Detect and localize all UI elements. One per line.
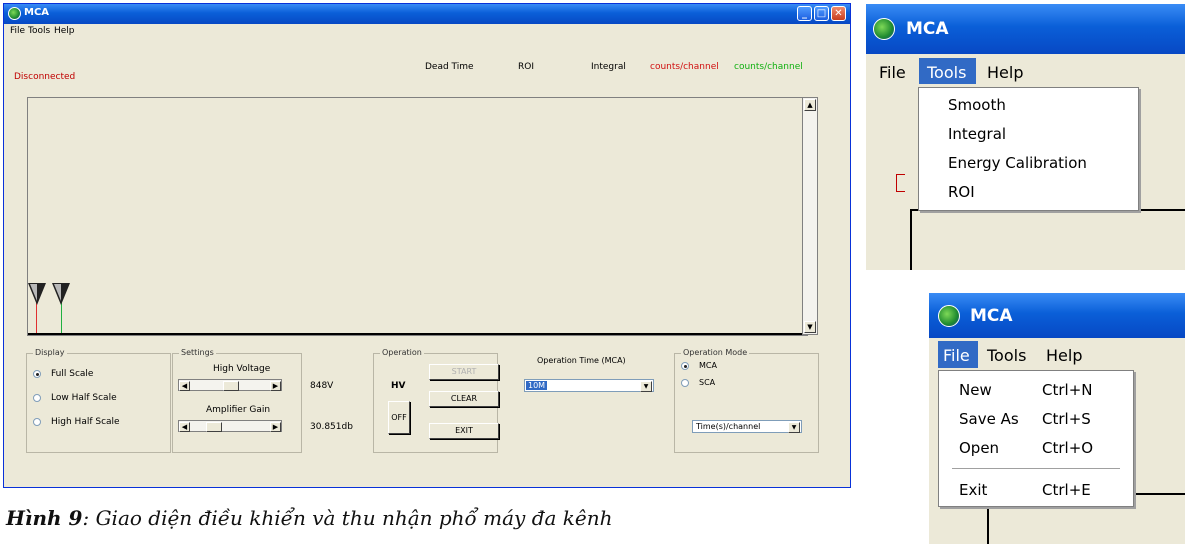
scroll-down-button[interactable]: ▼ (804, 321, 816, 333)
radio-low-half-scale[interactable] (33, 394, 41, 402)
tools-dropdown-menu: Smooth Integral Energy Calibration ROI (918, 87, 1139, 211)
hv-value: 848V (310, 381, 334, 391)
amplifier-gain-slider[interactable]: ◀ ▶ (178, 420, 282, 432)
operation-group: Operation HV OFF START CLEAR EXIT (373, 348, 499, 453)
connection-status: Disconnected (14, 72, 76, 82)
menu-item-smooth[interactable]: Smooth (948, 96, 1006, 114)
menu-file[interactable]: File (10, 26, 25, 36)
high-voltage-slider[interactable]: ◀ ▶ (178, 379, 282, 391)
title-bar[interactable]: MCA _ □ ✕ (4, 4, 850, 24)
operation-time-value: 10M (526, 381, 548, 390)
maximize-button[interactable]: □ (814, 6, 829, 21)
start-button[interactable]: START (429, 364, 499, 380)
gain-value: 30.851db (310, 422, 353, 432)
menu-tools[interactable]: Tools (28, 26, 50, 36)
menu-help[interactable]: Help (54, 26, 75, 36)
operation-mode-group-label: Operation Mode (681, 348, 750, 357)
full-scale-label: Full Scale (51, 369, 94, 379)
amplifier-gain-label: Amplifier Gain (206, 405, 271, 415)
menu-item-energy-calibration[interactable]: Energy Calibration (948, 154, 1087, 172)
menu-item-open[interactable]: Open (959, 439, 999, 457)
sca-mode-label: SCA (699, 378, 716, 387)
zoom-file-title: MCA (970, 306, 1013, 326)
roi-label: ROI (518, 62, 534, 72)
globe-icon (873, 18, 895, 40)
mca-mode-label: MCA (699, 361, 717, 370)
settings-group: Settings High Voltage ◀ ▶ Amplifier Gain… (172, 348, 302, 453)
globe-icon (8, 7, 21, 20)
hv-left-arrow[interactable]: ◀ (179, 381, 190, 391)
figure-caption-label: Hình 9 (6, 506, 83, 530)
spectrum-baseline (28, 333, 808, 335)
menu-shortcut-open: Ctrl+O (1042, 439, 1094, 457)
time-unit-value: Time(s)/channel (696, 422, 761, 431)
hv-slider-thumb[interactable] (223, 381, 239, 391)
time-unit-select[interactable]: Time(s)/channel ▼ (692, 420, 802, 433)
high-half-scale-label: High Half Scale (51, 417, 120, 427)
integral-label: Integral (591, 62, 626, 72)
menu-item-save-as[interactable]: Save As (959, 410, 1019, 428)
zoom-tools-window: MCA File Tools Help Smooth Integral Ener… (866, 4, 1185, 270)
clear-button[interactable]: CLEAR (429, 391, 499, 407)
counts-green-label: counts/channel (734, 62, 803, 72)
menu-shortcut-new: Ctrl+N (1042, 381, 1093, 399)
gain-slider-thumb[interactable] (206, 422, 222, 432)
figure-caption-text: : Giao diện điều khiển và thu nhận phổ m… (82, 506, 613, 530)
high-voltage-label: High Voltage (213, 364, 271, 374)
cursor-markers[interactable] (28, 283, 78, 309)
menu-item-integral[interactable]: Integral (948, 125, 1006, 143)
zoom-file-menu-file[interactable]: File (943, 346, 970, 365)
low-half-scale-label: Low Half Scale (51, 393, 117, 403)
zoom-tools-frame-left (910, 209, 912, 270)
hv-right-arrow[interactable]: ▶ (270, 381, 281, 391)
file-dropdown-menu: New Ctrl+N Save As Ctrl+S Open Ctrl+O Ex… (938, 370, 1134, 507)
hv-off-button[interactable]: OFF (388, 401, 410, 434)
operation-mode-group: Operation Mode MCA SCA Time(s)/channel ▼ (674, 348, 819, 453)
menu-separator (952, 468, 1120, 469)
gain-left-arrow[interactable]: ◀ (179, 422, 190, 432)
radio-high-half-scale[interactable] (33, 418, 41, 426)
radio-sca[interactable] (681, 379, 689, 387)
radio-full-scale[interactable] (33, 370, 41, 378)
plot-vertical-scrollbar[interactable]: ▲ ▼ (802, 97, 818, 335)
settings-group-label: Settings (179, 348, 216, 357)
dead-time-label: Dead Time (425, 62, 474, 72)
radio-mca[interactable] (681, 362, 689, 370)
spectrum-plot[interactable] (27, 97, 808, 336)
zoom-tools-status-fragment (896, 174, 905, 192)
chevron-down-icon[interactable]: ▼ (640, 381, 652, 392)
hv-label: HV (391, 381, 406, 391)
zoom-file-menu-tools[interactable]: Tools (987, 346, 1026, 365)
zoom-tools-titlebar: MCA (866, 4, 1185, 54)
zoom-tools-menu-help[interactable]: Help (987, 63, 1023, 82)
operation-time-label: Operation Time (MCA) (537, 356, 626, 365)
main-window: MCA _ □ ✕ File Tools Help Disconnected D… (3, 3, 851, 488)
close-button[interactable]: ✕ (831, 6, 846, 21)
figure-caption: Hình 9: Giao diện điều khiển và thu nhận… (6, 506, 613, 530)
display-group-label: Display (33, 348, 67, 357)
menu-shortcut-exit: Ctrl+E (1042, 481, 1091, 499)
zoom-file-menu-help[interactable]: Help (1046, 346, 1082, 365)
gain-right-arrow[interactable]: ▶ (270, 422, 281, 432)
exit-button[interactable]: EXIT (429, 423, 499, 439)
zoom-file-titlebar: MCA (929, 293, 1185, 338)
zoom-tools-title: MCA (906, 19, 949, 39)
menu-item-exit[interactable]: Exit (959, 481, 987, 499)
minimize-button[interactable]: _ (797, 6, 812, 21)
menu-bar: File Tools Help (4, 24, 850, 38)
counts-red-label: counts/channel (650, 62, 719, 72)
zoom-tools-menu-file[interactable]: File (879, 63, 906, 82)
display-group: Display Full Scale Low Half Scale High H… (26, 348, 171, 453)
menu-item-roi[interactable]: ROI (948, 183, 975, 201)
operation-time-select[interactable]: 10M ▼ (524, 379, 654, 392)
window-title: MCA (24, 7, 50, 18)
scroll-up-button[interactable]: ▲ (804, 99, 816, 111)
menu-shortcut-save-as: Ctrl+S (1042, 410, 1091, 428)
globe-icon (938, 305, 960, 327)
zoom-file-window: MCA File Tools Help New Ctrl+N Save As C… (929, 293, 1185, 544)
chevron-down-icon[interactable]: ▼ (788, 422, 800, 433)
zoom-tools-menu-tools[interactable]: Tools (927, 63, 966, 82)
menu-item-new[interactable]: New (959, 381, 992, 399)
operation-group-label: Operation (380, 348, 424, 357)
